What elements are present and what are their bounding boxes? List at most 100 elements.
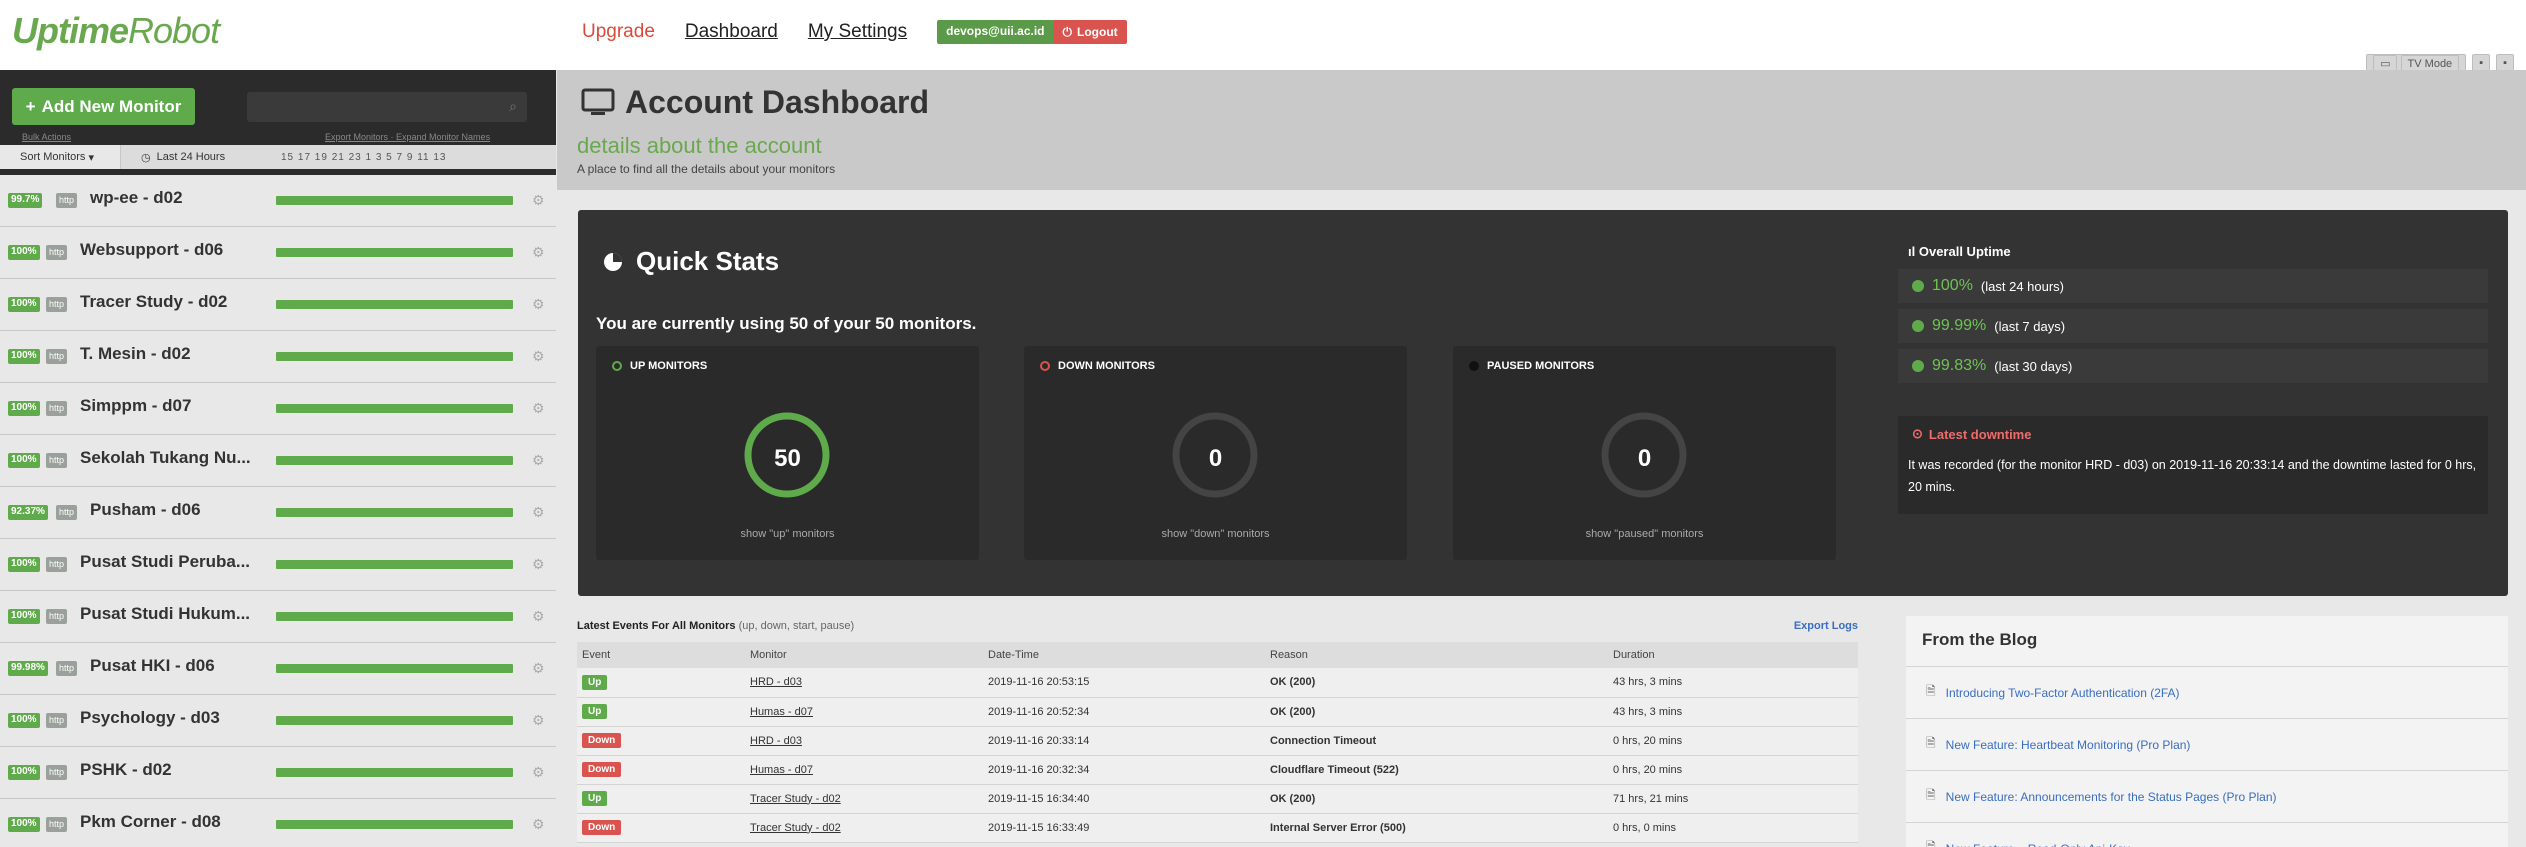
monitor-row[interactable]: 100% http PSHK - d02 ⚙ [0,747,556,799]
uptime-bar [276,196,513,205]
monitor-row[interactable]: 99.98% http Pusat HKI - d06 ⚙ [0,643,556,695]
monitor-name[interactable]: Sekolah Tukang Nu... [80,448,251,468]
monitor-name[interactable]: Pusat Studi Peruba... [80,552,250,572]
monitor-name[interactable]: Websupport - d06 [80,240,223,260]
monitor-name[interactable]: Pusham - d06 [90,500,201,520]
monitor-name[interactable]: Tracer Study - d02 [80,292,227,312]
uptime-badge: 100% [8,453,40,468]
uptime-badge: 100% [8,349,40,364]
show-down-monitors-link[interactable]: show "down" monitors [1024,528,1407,540]
settings-icon[interactable]: ⚙ [532,400,545,417]
paused-status-dot [1469,361,1479,371]
event-row: Down Humas - d07 2019-11-16 20:32:34 Cloudf… [577,755,1858,785]
settings-icon[interactable]: ⚙ [532,712,545,729]
status-dot-icon [1912,280,1924,292]
dashboard-link[interactable]: Dashboard [685,21,778,43]
bulk-actions-link[interactable]: Bulk Actions [22,132,71,142]
monitor-link[interactable]: HRD - d03 [750,676,802,688]
column-header[interactable]: Event [577,642,745,668]
document-icon: 🗎 [1926,684,1936,698]
blog-post-title: New Feature: Heartbeat Monitoring (Pro P… [1945,737,2191,752]
settings-icon[interactable]: ⚙ [532,764,545,781]
settings-icon[interactable]: ⚙ [532,452,545,469]
datetime-cell: 2019-11-15 16:33:49 [983,813,1265,843]
monitor-name[interactable]: T. Mesin - d02 [80,344,191,364]
export-logs-link[interactable]: Export Logs [1794,620,1858,632]
settings-icon[interactable]: ⚙ [532,608,545,625]
blog-post-link[interactable]: 🗎 Introducing Two-Factor Authentication (… [1906,666,2508,718]
monitor-row[interactable]: 100% http Pusat Studi Peruba... ⚙ [0,539,556,591]
column-header[interactable]: Reason [1265,642,1608,668]
settings-icon[interactable]: ⚙ [532,816,545,833]
logout-button[interactable]: ⏻ Logout [1053,20,1127,44]
column-header[interactable]: Monitor [745,642,983,668]
settings-icon[interactable]: ⚙ [532,244,545,261]
duration-cell: 43 hrs, 3 mins [1608,668,1858,698]
add-monitor-label: Add New Monitor [41,96,182,116]
monitor-search-input[interactable]: ⌕ [247,92,527,122]
event-row: Down HRD - d03 2019-11-16 20:33:14 Connecti… [577,726,1858,756]
settings-icon[interactable]: ⚙ [532,348,545,365]
monitor-name[interactable]: Pusat Studi Hukum... [80,604,250,624]
up-monitors-box: UP MONITORS 50 show "up" monitors [596,346,979,560]
monitor-row[interactable]: 100% http Sekolah Tukang Nu... ⚙ [0,435,556,487]
monitor-type-badge: http [46,557,68,572]
monitor-row[interactable]: 100% http Simppm - d07 ⚙ [0,383,556,435]
down-status-dot [1040,361,1050,371]
monitor-row[interactable]: 100% http T. Mesin - d02 ⚙ [0,331,556,383]
blog-post-link[interactable]: 🗎 New Feature: Heartbeat Monitoring (Pro … [1906,718,2508,770]
monitor-row[interactable]: 100% http Psychology - d03 ⚙ [0,695,556,747]
my-settings-link[interactable]: My Settings [808,21,907,43]
monitor-row[interactable]: 100% http Tracer Study - d02 ⚙ [0,279,556,331]
last-24-hours-toggle[interactable]: ◷ Last 24 Hours [121,145,265,169]
monitor-name[interactable]: wp-ee - d02 [90,188,183,208]
monitor-row[interactable]: 99.7% http wp-ee - d02 ⚙ [0,175,556,227]
event-row: Up HRD - d03 2019-11-16 20:53:15 OK (200) 43… [577,668,1858,698]
add-new-monitor-button[interactable]: + Add New Monitor [12,88,195,125]
monitor-link[interactable]: Humas - d07 [750,764,813,776]
blog-post-link[interactable]: 🗎 New Feature – Read-Only Api-Key [1906,822,2508,847]
show-paused-monitors-link[interactable]: show "paused" monitors [1453,528,1836,540]
settings-icon[interactable]: ⚙ [532,504,545,521]
latest-events: Latest Events For All Monitors (up, down… [577,620,1858,843]
monitor-row[interactable]: 100% http Pkm Corner - d08 ⚙ [0,799,556,847]
monitor-row[interactable]: 100% http Pusat Studi Hukum... ⚙ [0,591,556,643]
user-email: devops@uii.ac.id [937,20,1054,44]
datetime-cell: 2019-11-16 20:52:34 [983,697,1265,727]
upgrade-link[interactable]: Upgrade [582,21,655,43]
export-monitors-link[interactable]: Export Monitors · Expand Monitor Names [325,132,490,142]
top-bar: UptimeRobot Upgrade Dashboard My Setting… [0,0,2526,73]
logout-label: Logout [1077,25,1118,39]
monitor-link[interactable]: HRD - d03 [750,735,802,747]
show-up-monitors-link[interactable]: show "up" monitors [596,528,979,540]
monitor-usage-text: You are currently using 50 of your 50 mo… [596,314,977,333]
monitor-name[interactable]: PSHK - d02 [80,760,172,780]
down-monitors-label: DOWN MONITORS [1058,360,1155,372]
settings-icon[interactable]: ⚙ [532,660,545,677]
blog-post-link[interactable]: 🗎 New Feature: Announcements for the Stat… [1906,770,2508,822]
sort-monitors-dropdown[interactable]: Sort Monitors ▾ [0,145,121,169]
reason-cell: OK (200) [1265,697,1608,727]
up-monitors-label: UP MONITORS [630,360,708,372]
settings-icon[interactable]: ⚙ [532,556,545,573]
logo[interactable]: UptimeRobot [12,10,220,52]
event-cell: Down [577,726,745,756]
settings-icon[interactable]: ⚙ [532,296,545,313]
monitor-name[interactable]: Pusat HKI - d06 [90,656,215,676]
monitor-link[interactable]: Humas - d07 [750,706,813,718]
monitor-link[interactable]: Tracer Study - d02 [750,822,841,834]
event-badge: Down [582,762,622,777]
monitor-row[interactable]: 92.37% http Pusham - d06 ⚙ [0,487,556,539]
hour-scale: 15 17 19 21 23 1 3 5 7 9 11 13 [281,151,447,163]
column-header[interactable]: Duration [1608,642,1858,668]
monitor-row[interactable]: 100% http Websupport - d06 ⚙ [0,227,556,279]
monitor-name[interactable]: Psychology - d03 [80,708,220,728]
monitor-name[interactable]: Pkm Corner - d08 [80,812,221,832]
column-header[interactable]: Date-Time [983,642,1265,668]
monitor-name[interactable]: Simppm - d07 [80,396,191,416]
monitor-type-badge: http [56,193,78,208]
settings-icon[interactable]: ⚙ [532,192,545,209]
duration-cell: 0 hrs, 0 mins [1608,813,1858,843]
quick-stats-title-text: Quick Stats [636,246,780,276]
monitor-link[interactable]: Tracer Study - d02 [750,793,841,805]
